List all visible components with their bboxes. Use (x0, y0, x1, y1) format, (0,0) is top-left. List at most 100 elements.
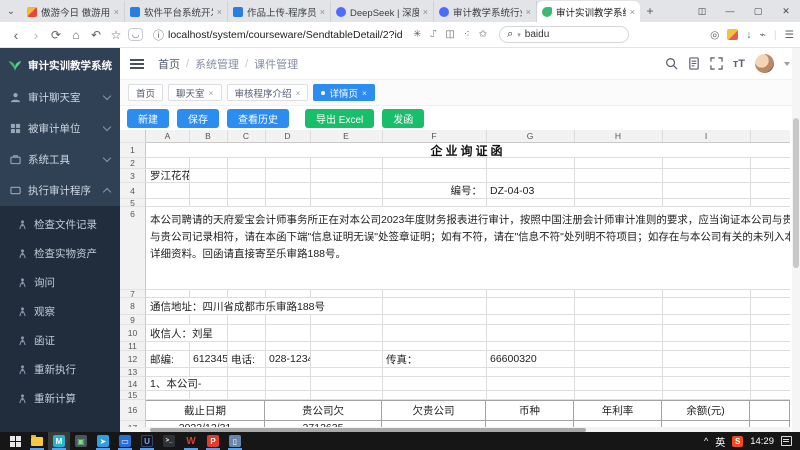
tag-close-icon[interactable]: × (362, 88, 367, 98)
submenu-item-inquiry[interactable]: 询问 (0, 268, 120, 297)
sheet-row-4[interactable]: 4 编号： DZ-04-03 (120, 183, 790, 199)
taskbar-typora[interactable]: U (136, 432, 158, 450)
tag-chatroom[interactable]: 聊天室 × (168, 84, 222, 101)
translate-icon[interactable]: ✳ (413, 29, 421, 40)
row-number[interactable]: 10 (120, 325, 146, 342)
sheet-row-14[interactable]: 14 1、本公司- (120, 377, 790, 391)
sheet-row-13[interactable]: 13 (120, 367, 790, 377)
tag-close-icon[interactable]: × (296, 88, 301, 98)
split-view-icon[interactable]: ◫ (445, 29, 454, 40)
col-header[interactable]: B (189, 130, 227, 142)
minimize-icon[interactable]: — (716, 0, 744, 22)
tag-detail-page-active[interactable]: 详情页 × (313, 84, 375, 101)
home-icon[interactable]: ⌂ (66, 28, 86, 42)
new-button[interactable]: 新建 (127, 108, 169, 128)
browser-tab-5[interactable]: 审计教学系统行业场景 × (434, 1, 537, 22)
tray-chevron-icon[interactable]: ^ (704, 436, 708, 446)
sheet-row-8[interactable]: 8 通信地址：四川省成都市乐审路188号 (120, 298, 790, 315)
document-icon[interactable] (688, 57, 700, 70)
taskbar-display-settings[interactable]: ▣ (70, 432, 92, 450)
breadcrumb-home[interactable]: 首页 (158, 56, 180, 72)
search-icon[interactable] (665, 57, 678, 70)
refresh-icon[interactable]: ⟳ (46, 28, 66, 42)
sheet-row-12[interactable]: 12 邮编: 612345 电话: 028-12345 传真： 66600320 (120, 351, 790, 368)
user-menu-caret-icon[interactable] (784, 61, 790, 66)
save-button[interactable]: 保存 (177, 108, 219, 128)
taskbar-notebook[interactable]: ▯ (224, 432, 246, 450)
horizontal-scrollbar-thumb[interactable] (150, 427, 586, 432)
split-screen-icon[interactable]: ◫ (688, 0, 716, 22)
favorite-star-icon[interactable]: ☆ (106, 28, 126, 42)
close-icon[interactable]: ✕ (772, 0, 800, 22)
taskbar-file-explorer[interactable] (26, 432, 48, 450)
ime-indicator[interactable]: 英 (715, 434, 725, 449)
sidebar-item-audited-units[interactable]: 被审计单位 (0, 113, 120, 144)
view-history-button[interactable]: 查看历史 (227, 108, 289, 128)
row-number[interactable]: 12 (120, 351, 146, 368)
tab-close-icon[interactable]: × (526, 7, 531, 17)
taskbar-telegram[interactable]: ➤ (92, 432, 114, 450)
submenu-item-reperformance[interactable]: 重新执行 (0, 355, 120, 384)
site-info-icon[interactable]: ⓘ (153, 27, 164, 43)
tab-close-icon[interactable]: × (320, 7, 325, 17)
submenu-item-check-physical-assets[interactable]: 检查实物资产 (0, 239, 120, 268)
row-number[interactable]: 6 (120, 207, 146, 290)
sidebar-item-system-tools[interactable]: 系统工具 (0, 144, 120, 175)
col-header[interactable]: G (486, 130, 574, 142)
row-number[interactable]: 11 (120, 341, 146, 351)
row-number[interactable]: 2 (120, 158, 146, 169)
clock[interactable]: 14:29 (750, 436, 774, 447)
corner-cell[interactable] (120, 130, 146, 143)
browser-tab-2[interactable]: 软件平台系统开发 AP × (125, 1, 228, 22)
taskbar-terminal[interactable]: >_ (158, 432, 180, 450)
sidebar-item-chatroom[interactable]: 审计聊天室 (0, 82, 120, 113)
forward-icon[interactable]: › (26, 27, 46, 43)
browser-tab-3[interactable]: 作品上传-程序员客栈 × (228, 1, 331, 22)
reader-mode-icon[interactable]: ⑀ (430, 29, 436, 40)
sheet-row-3[interactable]: 3 罗江花花锁 (120, 169, 790, 183)
export-excel-button[interactable]: 导出 Excel (305, 108, 375, 128)
undo-icon[interactable]: ↶ (86, 28, 106, 42)
favorite-settings-icon[interactable]: ✩ (479, 29, 487, 40)
row-number[interactable]: 13 (120, 367, 146, 377)
search-input[interactable]: ⌕ ▾ baidu (499, 26, 630, 43)
col-header[interactable]: C (227, 130, 265, 142)
sidebar-collapse-icon[interactable] (130, 58, 144, 69)
submenu-item-observation[interactable]: 观察 (0, 297, 120, 326)
menu-icon[interactable]: ☰ (785, 29, 794, 41)
paw-extension-icon[interactable]: ⁖ (464, 29, 470, 40)
browser-tab-active[interactable]: 审计实训教学系统 × (537, 1, 640, 22)
passkeeper-icon[interactable]: ⌁ (760, 29, 766, 41)
submenu-item-recalculation[interactable]: 重新计算 (0, 384, 120, 413)
sheet-row-5[interactable]: 5 (120, 198, 790, 208)
notes-icon[interactable] (727, 29, 739, 40)
tag-home[interactable]: 首页 (128, 84, 164, 101)
taskbar-image-viewer[interactable]: ▭ (114, 432, 136, 450)
avatar[interactable] (755, 54, 774, 73)
url-text[interactable]: localhost/system/courseware/SendtableDet… (168, 29, 403, 41)
row-number[interactable]: 9 (120, 315, 146, 325)
font-size-icon[interactable]: ᴛT (733, 58, 745, 70)
tab-close-icon[interactable]: × (114, 7, 119, 17)
breadcrumb-courseware[interactable]: 课件管理 (254, 56, 298, 72)
vertical-scrollbar[interactable] (792, 48, 800, 432)
col-header[interactable]: D (265, 130, 310, 142)
sidebar-item-audit-procedures[interactable]: 执行审计程序 (0, 175, 120, 206)
row-number[interactable]: 7 (120, 289, 146, 299)
screenshot-icon[interactable]: ◎ (710, 29, 719, 41)
taskbar-wps-presentation[interactable]: P (202, 432, 224, 450)
row-number[interactable]: 15 (120, 390, 146, 400)
tray-s-badge-icon[interactable]: S (732, 435, 744, 447)
taskbar-wps-writer[interactable]: W (180, 432, 202, 450)
spreadsheet[interactable]: A B C D E F G H I 1 企业询证函 2 3 罗江花花 4 编号：… (120, 130, 790, 432)
sheet-row-7[interactable]: 7 (120, 289, 790, 299)
extension-badge-icon[interactable]: ◡ (128, 28, 143, 41)
back-icon[interactable]: ‹ (6, 27, 26, 43)
sheet-row-16[interactable]: 16 截止日期 贵公司欠 欠贵公司 币种 年利率 余额(元) (120, 400, 790, 421)
download-icon[interactable]: ↓ (746, 29, 751, 41)
col-header[interactable]: H (574, 130, 662, 142)
sheet-row-9[interactable]: 9 (120, 315, 790, 325)
tab-close-icon[interactable]: × (423, 7, 428, 17)
submenu-item-confirmation[interactable]: 函证 (0, 326, 120, 355)
sheet-row-1[interactable]: 1 企业询证函 (120, 143, 790, 158)
